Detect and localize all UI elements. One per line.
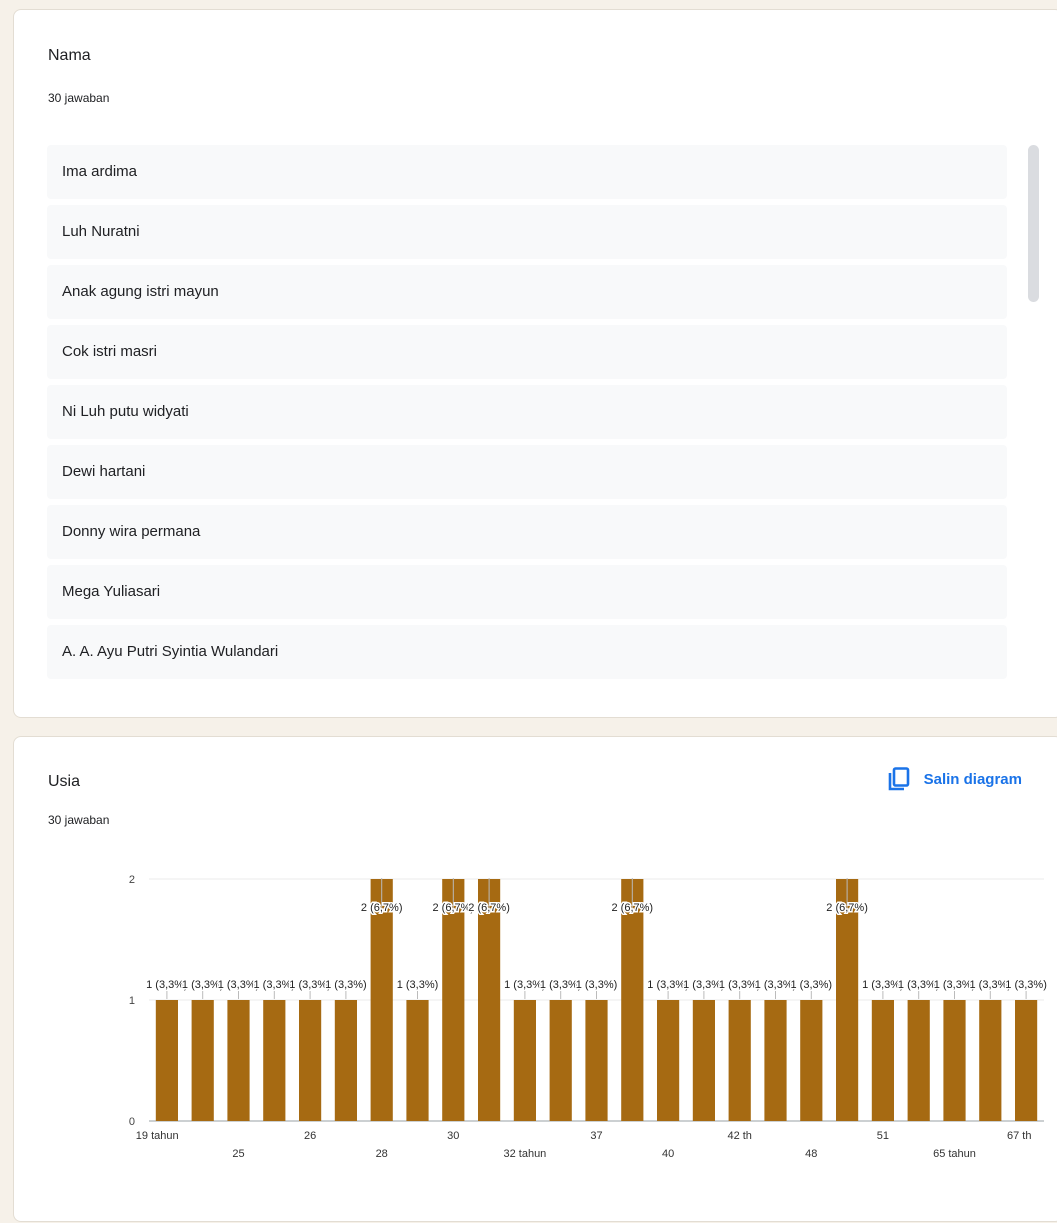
x-tick-label: 19 tahun bbox=[136, 1130, 179, 1142]
response-item: Cok istri masri bbox=[47, 325, 1007, 379]
scrollbar-thumb[interactable] bbox=[1028, 145, 1039, 302]
question-card-nama: Nama 30 jawaban Ima ardima Luh Nuratni Ana… bbox=[13, 9, 1057, 718]
data-label: 1 (3,3%) bbox=[576, 979, 618, 991]
data-label: 1 (3,3%) bbox=[325, 979, 367, 991]
response-item: Anak agung istri mayun bbox=[47, 265, 1007, 319]
bar bbox=[227, 1000, 250, 1121]
bar bbox=[334, 1000, 357, 1121]
bar bbox=[442, 879, 465, 1121]
y-tick-label: 1 bbox=[129, 995, 135, 1007]
x-tick-label: 25 bbox=[232, 1148, 244, 1160]
x-tick-label: 28 bbox=[376, 1148, 388, 1160]
bar bbox=[263, 1000, 286, 1121]
bar bbox=[478, 879, 501, 1121]
response-item: Ni Luh putu widyati bbox=[47, 385, 1007, 439]
x-tick-label: 40 bbox=[662, 1148, 674, 1160]
bar bbox=[943, 1000, 966, 1121]
bar bbox=[728, 1000, 751, 1121]
bar bbox=[155, 1000, 178, 1121]
x-tick-label: 32 tahun bbox=[503, 1148, 546, 1160]
bar-chart: 0 1 2 1 (3,3%) 1 (3,3%) 1 (3,3%) 1 (3,3%) 1 (3,… bbox=[129, 874, 1049, 1160]
question-title: Nama bbox=[48, 47, 91, 64]
bar bbox=[370, 879, 393, 1121]
x-tick-label: 51 bbox=[877, 1130, 889, 1142]
data-label: 2 (6,7%) bbox=[612, 902, 654, 914]
response-item: Donny wira permana bbox=[47, 505, 1007, 559]
y-tick-label: 0 bbox=[129, 1116, 135, 1128]
data-label: 1 (3,3%) bbox=[1005, 979, 1047, 991]
bar bbox=[907, 1000, 930, 1121]
bar bbox=[299, 1000, 322, 1121]
data-label: 2 (6,7%) bbox=[468, 902, 510, 914]
bar bbox=[513, 1000, 536, 1121]
data-label: 2 (6,7%) bbox=[361, 902, 403, 914]
bar bbox=[836, 879, 859, 1121]
data-label: 2 (6,7%) bbox=[826, 902, 868, 914]
bar bbox=[800, 1000, 823, 1121]
x-tick-label: 48 bbox=[805, 1148, 817, 1160]
bar bbox=[549, 1000, 572, 1121]
y-tick-label: 2 bbox=[129, 874, 135, 886]
response-list[interactable]: Ima ardima Luh Nuratni Anak agung istri ma… bbox=[47, 145, 1007, 685]
bar bbox=[979, 1000, 1002, 1121]
response-item: Dewi hartani bbox=[47, 445, 1007, 499]
bar bbox=[621, 879, 644, 1121]
response-item: Ima ardima bbox=[47, 145, 1007, 199]
bar bbox=[585, 1000, 608, 1121]
x-tick-label: 42 th bbox=[727, 1130, 751, 1142]
x-tick-label: 65 tahun bbox=[933, 1148, 976, 1160]
bar bbox=[764, 1000, 787, 1121]
response-count: 30 jawaban bbox=[48, 91, 110, 105]
response-item: Luh Nuratni bbox=[47, 205, 1007, 259]
x-tick-label: 30 bbox=[447, 1130, 459, 1142]
data-label: 1 (3,3%) bbox=[397, 979, 439, 991]
response-item: A. A. Ayu Putri Syintia Wulandari bbox=[47, 625, 1007, 679]
bar bbox=[692, 1000, 715, 1121]
bar bbox=[191, 1000, 214, 1121]
bar bbox=[871, 1000, 894, 1121]
response-item: Mega Yuliasari bbox=[47, 565, 1007, 619]
x-tick-label: 26 bbox=[304, 1130, 316, 1142]
x-tick-label: 67 th bbox=[1007, 1130, 1031, 1142]
x-tick-label: 37 bbox=[590, 1130, 602, 1142]
data-label: 1 (3,3%) bbox=[791, 979, 833, 991]
bar bbox=[1015, 1000, 1038, 1121]
bar bbox=[657, 1000, 680, 1121]
bar bbox=[406, 1000, 429, 1121]
question-card-usia: Usia 30 jawaban Salin diagram 0121 (3,3%… bbox=[13, 736, 1057, 1222]
